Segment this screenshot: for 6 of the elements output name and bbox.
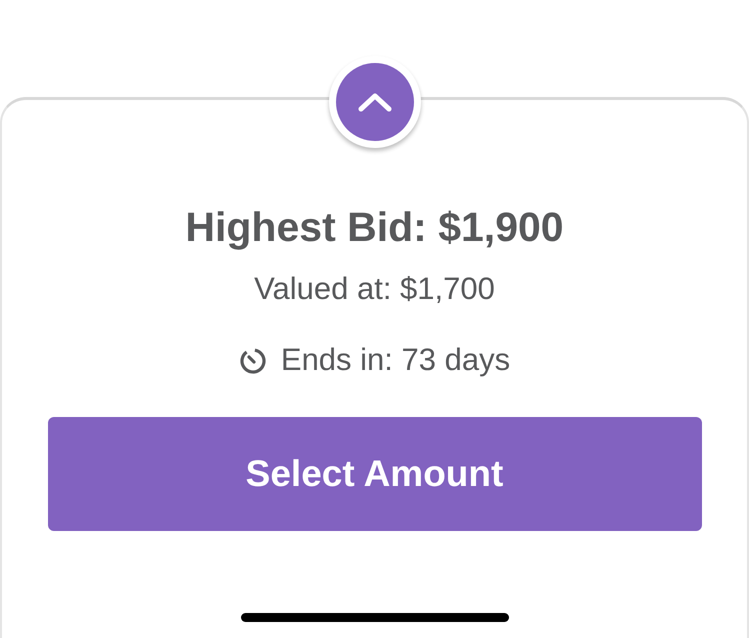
select-amount-button[interactable]: Select Amount bbox=[48, 417, 702, 531]
ends-in: Ends in: 73 days bbox=[280, 344, 510, 375]
timer-icon bbox=[238, 346, 267, 374]
highest-bid: Highest Bid: $1,900 bbox=[185, 207, 564, 248]
valued-at: Valued at: $1,700 bbox=[254, 273, 495, 304]
chevron-up-icon bbox=[356, 91, 392, 113]
